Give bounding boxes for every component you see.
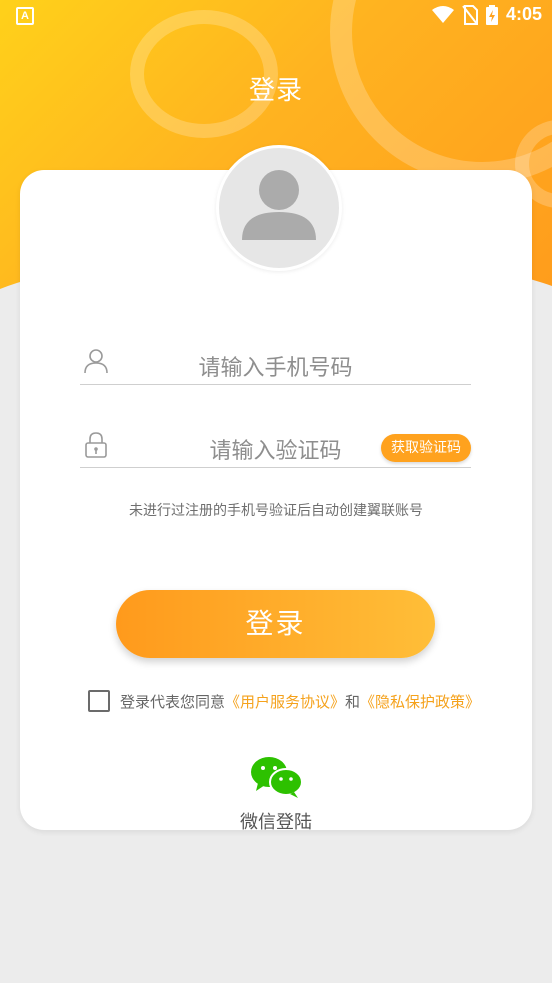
phone-field[interactable]: 请输入手机号码 xyxy=(80,344,471,385)
avatar-icon xyxy=(242,170,316,240)
page-title: 登录 xyxy=(248,76,303,106)
app-icon: A xyxy=(16,7,34,25)
user-agreement-link[interactable]: 《用户服务协议》 xyxy=(225,691,345,712)
get-code-button[interactable]: 获取验证码 xyxy=(381,434,471,462)
battery-icon xyxy=(485,4,498,25)
no-sim-icon xyxy=(462,4,478,25)
wechat-login-button[interactable] xyxy=(250,755,304,803)
phone-input[interactable]: 请输入手机号码 xyxy=(80,350,471,382)
wechat-icon xyxy=(251,757,303,798)
agreement-and: 和 xyxy=(345,692,361,711)
privacy-policy-link[interactable]: 《隐私保护政策》 xyxy=(360,691,480,712)
login-button[interactable]: 登录 xyxy=(116,590,435,658)
status-bar: A 4:05 xyxy=(0,0,552,32)
agreement-checkbox[interactable] xyxy=(88,690,110,712)
wifi-icon xyxy=(431,5,454,23)
status-time: 4:05 xyxy=(505,4,542,24)
agreement-prefix: 登录代表您同意 xyxy=(120,692,226,711)
register-hint: 未进行过注册的手机号验证后自动创建翼联账号 xyxy=(129,503,423,519)
agreement-row: 登录代表您同意 《用户服务协议》 和 《隐私保护政策》 xyxy=(88,690,480,712)
code-field[interactable]: 请输入验证码 获取验证码 xyxy=(80,427,471,468)
avatar[interactable] xyxy=(216,145,342,271)
wechat-login-label[interactable]: 微信登陆 xyxy=(0,808,552,834)
